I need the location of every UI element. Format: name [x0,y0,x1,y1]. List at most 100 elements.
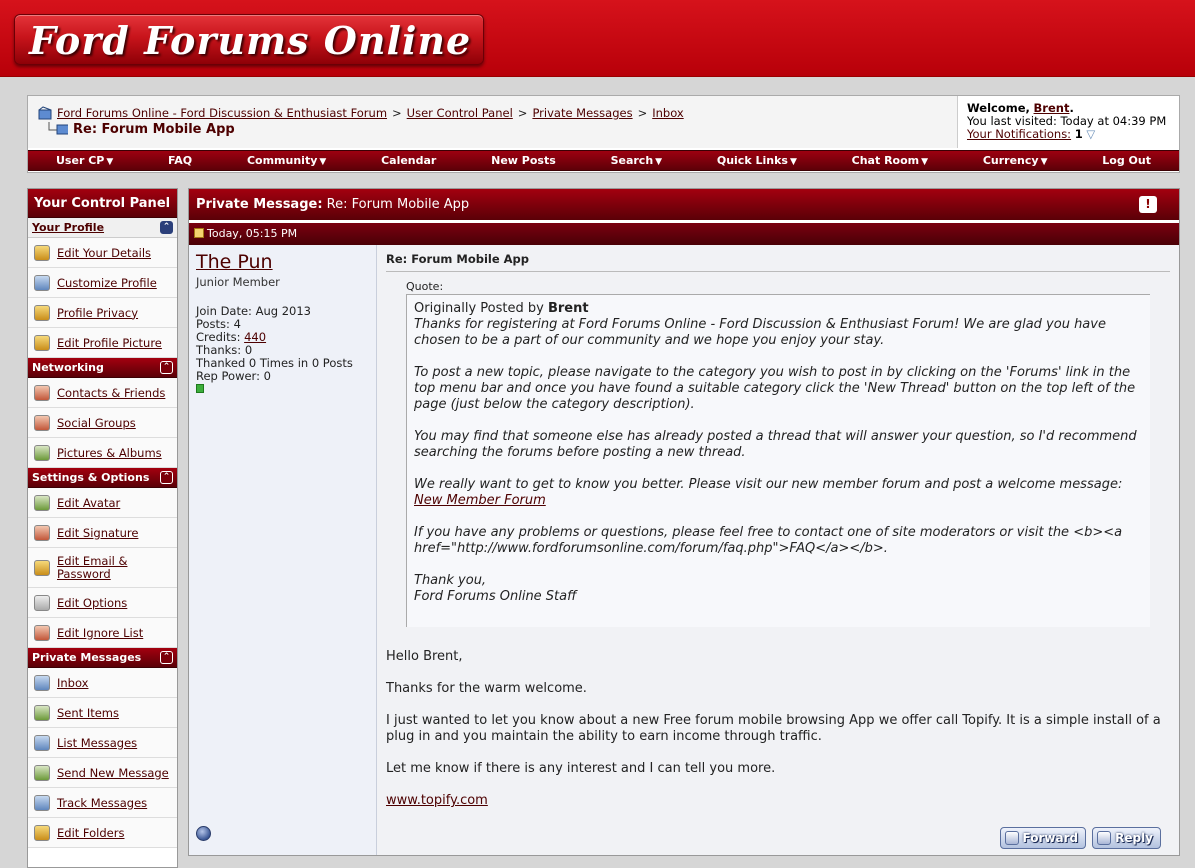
logo-text: Ford Forums Online [29,18,472,63]
track-messages-icon [34,794,50,811]
welcome-prefix: Welcome, [967,101,1030,115]
contacts-icon [34,384,50,401]
quote-author: Brent [547,301,589,316]
main-navbar: User CP ▼ FAQ Community ▼ Calendar New Pos… [28,150,1179,171]
sidebar-item-edit-avatar[interactable]: Edit Avatar [28,488,177,518]
nav-quick-links[interactable]: Quick Links ▼ [717,154,797,167]
home-folder-icon [38,106,52,120]
message-header-title: Re: Forum Mobile App [326,197,470,212]
forward-icon [1004,831,1019,845]
lock-icon [34,559,50,576]
nav-faq[interactable]: FAQ [168,154,192,167]
online-status-icon [196,826,211,841]
message-paragraph: Hello Brent, [386,649,463,664]
sidebar-item-edit-options[interactable]: Edit Options [28,588,177,618]
message-body: Hello Brent, Thanks for the warm welcome… [386,649,1171,809]
welcome-panel: Welcome, Brent. You last visited: Today … [959,96,1179,148]
send-message-icon [34,764,50,781]
message-paragraph: I just wanted to let you know about a ne… [386,713,1161,744]
customize-profile-icon [34,274,50,291]
sidebar-item-inbox[interactable]: Inbox [28,668,177,698]
author-name[interactable]: The Pun [196,251,369,273]
rep-power: Rep Power: 0 [196,369,271,383]
nav-user-cp[interactable]: User CP ▼ [56,154,113,167]
nav-log-out[interactable]: Log Out [1102,154,1151,167]
sidebar-section-networking[interactable]: Networking ⌃ [28,358,177,378]
report-warning-icon[interactable]: ! [1139,196,1157,213]
forward-button[interactable]: Forward [999,827,1087,849]
caret-down-icon: ▼ [319,157,327,167]
chevron-down-icon[interactable]: ▽ [1086,127,1095,141]
nav-search[interactable]: Search ▼ [611,154,663,167]
breadcrumb-private-messages[interactable]: Private Messages [532,106,632,120]
sidebar-item-sent-items[interactable]: Sent Items [28,698,177,728]
sidebar-item-social-groups[interactable]: Social Groups [28,408,177,438]
folder-icon [34,824,50,841]
nav-chat-room[interactable]: Chat Room ▼ [852,154,928,167]
sidebar-item-list-messages[interactable]: List Messages [28,728,177,758]
reply-button[interactable]: Reply [1092,827,1161,849]
post-date-bar: Today, 05:15 PM [189,223,1179,245]
nav-calendar[interactable]: Calendar [381,154,436,167]
sidebar-item-contacts-friends[interactable]: Contacts & Friends [28,378,177,408]
profile-picture-icon [34,334,50,351]
breadcrumb-home[interactable]: Ford Forums Online - Ford Discussion & E… [57,106,387,120]
collapse-icon[interactable]: ⌃ [160,221,173,234]
inbox-icon [34,674,50,691]
nav-community[interactable]: Community ▼ [247,154,326,167]
nav-currency[interactable]: Currency ▼ [983,154,1048,167]
author-stats: Join Date: Aug 2013 Posts: 4 Credits: 44… [196,305,369,393]
sidebar-item-edit-profile-picture[interactable]: Edit Profile Picture [28,328,177,358]
avatar-icon [34,494,50,511]
nav-new-posts[interactable]: New Posts [491,154,556,167]
sent-items-icon [34,704,50,721]
breadcrumb: Ford Forums Online - Ford Discussion & E… [28,96,958,148]
message-header: Private Message: Re: Forum Mobile App ! [189,189,1179,220]
social-groups-icon [34,414,50,431]
divider [386,271,1170,272]
sidebar-item-customize-profile[interactable]: Customize Profile [28,268,177,298]
sidebar-item-edit-signature[interactable]: Edit Signature [28,518,177,548]
breadcrumb-user-cp[interactable]: User Control Panel [407,106,513,120]
list-messages-icon [34,734,50,751]
topify-link[interactable]: www.topify.com [386,793,488,808]
quote-signoff: Thank you, [414,573,487,588]
quote-signature: Ford Forums Online Staff [414,589,577,604]
control-panel-sidebar: Your Control Panel Your Profile ⌃ Edit Y… [27,188,178,868]
sidebar-item-send-new-message[interactable]: Send New Message [28,758,177,788]
sidebar-item-edit-ignore-list[interactable]: Edit Ignore List [28,618,177,648]
folder-tree-icon [48,122,68,135]
sidebar-item-profile-privacy[interactable]: Profile Privacy [28,298,177,328]
quote-origin-prefix: Originally Posted by [414,301,544,316]
sidebar-section-your-profile[interactable]: Your Profile ⌃ [28,218,177,238]
collapse-icon[interactable]: ⌃ [160,361,173,374]
quote-block: Originally Posted by Brent Thanks for re… [406,294,1150,627]
post-icon [194,228,204,238]
reply-icon [1097,831,1112,845]
post: The Pun Junior Member Join Date: Aug 201… [189,245,1179,855]
quote-paragraph: If you have any problems or questions, p… [414,525,1123,556]
welcome-username[interactable]: Brent [1034,101,1070,115]
collapse-icon[interactable]: ⌃ [160,651,173,664]
quote-paragraph: To post a new topic, please navigate to … [414,365,1136,412]
notifications-link[interactable]: Your Notifications: [967,127,1071,141]
sidebar-item-edit-folders[interactable]: Edit Folders [28,818,177,848]
site-logo[interactable]: Ford Forums Online [14,14,484,65]
caret-down-icon: ▼ [655,157,663,167]
breadcrumb-inbox[interactable]: Inbox [652,106,683,120]
message-header-label: Private Message [196,197,318,212]
signature-icon [34,524,50,541]
message-paragraph: Let me know if there is any interest and… [386,761,776,776]
credits-value[interactable]: 440 [244,330,266,344]
breadcrumb-separator: > [392,106,402,120]
sidebar-section-settings-options[interactable]: Settings & Options ⌃ [28,468,177,488]
sidebar-item-edit-your-details[interactable]: Edit Your Details [28,238,177,268]
key-icon [34,304,50,321]
new-member-forum-link[interactable]: New Member Forum [414,493,546,508]
sidebar-section-private-messages[interactable]: Private Messages ⌃ [28,648,177,668]
collapse-icon[interactable]: ⌃ [160,471,173,484]
sidebar-item-pictures-albums[interactable]: Pictures & Albums [28,438,177,468]
sidebar-item-edit-email-password[interactable]: Edit Email & Password [28,548,177,588]
sidebar-item-track-messages[interactable]: Track Messages [28,788,177,818]
breadcrumb-separator: > [517,106,528,120]
